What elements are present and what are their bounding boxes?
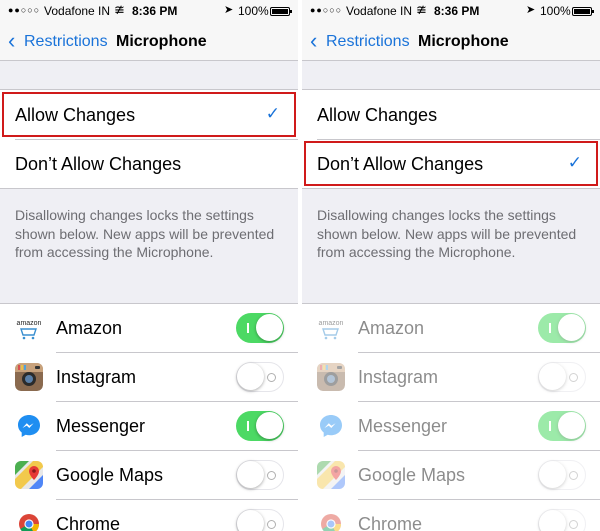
list-item-instagram: Instagram (302, 353, 600, 402)
carrier-name: Vodafone IN (44, 4, 111, 18)
wifi-icon: ≇ (114, 2, 125, 17)
status-bar: ●●○○○ Vodafone IN ≇ 8:36 PM ➤ 100% (302, 0, 600, 22)
amazon-icon: amazon (317, 314, 345, 342)
checkmark-icon: ✓ (567, 153, 582, 172)
instagram-icon (15, 363, 43, 391)
amazon-microphone-toggle[interactable] (236, 313, 284, 343)
battery-percent: 100% (540, 4, 571, 18)
navigation-bar: ‹ Restrictions Microphone (0, 22, 298, 61)
signal-strength-icon: ●●○○○ (310, 5, 343, 15)
chrome-microphone-toggle (538, 509, 586, 531)
location-arrow-icon: ➤ (526, 4, 536, 16)
list-item-messenger: Messenger (0, 402, 298, 451)
chrome-microphone-toggle[interactable] (236, 509, 284, 531)
google-maps-icon (15, 461, 43, 489)
wifi-icon: ≇ (416, 2, 427, 17)
google-maps-microphone-toggle (538, 460, 586, 490)
page-title: Microphone (116, 33, 207, 50)
list-item-chrome: Chrome (0, 500, 298, 531)
messenger-icon (317, 412, 345, 440)
app-name: Amazon (56, 318, 123, 338)
signal-strength-icon: ●●○○○ (8, 5, 41, 15)
location-arrow-icon: ➤ (224, 4, 234, 16)
instagram-microphone-toggle (538, 362, 586, 392)
back-button-label: Restrictions (24, 33, 108, 50)
carrier-name: Vodafone IN (346, 4, 413, 18)
list-item-amazon: amazon Amazon (302, 304, 600, 353)
allow-changes-option[interactable]: Allow Changes ✓ (0, 90, 298, 139)
amazon-logo-text: amazon (319, 320, 344, 327)
app-name: Amazon (358, 318, 425, 338)
allow-changes-label: Allow Changes (15, 105, 136, 125)
navigation-bar: ‹ Restrictions Microphone (302, 22, 600, 61)
amazon-logo-text: amazon (17, 320, 42, 327)
chevron-left-icon: ‹ (8, 28, 16, 53)
battery-percent: 100% (238, 4, 269, 18)
change-options-group: Allow Changes ✓ Don’t Allow Changes (0, 89, 298, 189)
battery-icon (270, 7, 292, 16)
app-list: amazon Amazon Instagram Messenger Google… (0, 303, 298, 531)
messenger-microphone-toggle (538, 411, 586, 441)
left-panel: ●●○○○ Vodafone IN ≇ 8:36 PM ➤ 100% ‹ Res… (0, 0, 298, 531)
footer-description: Disallowing changes locks the settings s… (15, 207, 275, 260)
chevron-left-icon: ‹ (310, 28, 318, 53)
dont-allow-changes-label: Don’t Allow Changes (15, 154, 182, 174)
list-item-google-maps: Google Maps (0, 451, 298, 500)
status-bar: ●●○○○ Vodafone IN ≇ 8:36 PM ➤ 100% (0, 0, 298, 22)
list-item-amazon: amazon Amazon (0, 304, 298, 353)
footer-description: Disallowing changes locks the settings s… (317, 207, 577, 260)
list-item-instagram: Instagram (0, 353, 298, 402)
change-options-group: Allow Changes Don’t Allow Changes ✓ (302, 89, 600, 189)
allow-changes-option[interactable]: Allow Changes (302, 90, 600, 139)
clock: 8:36 PM (434, 4, 480, 18)
google-maps-icon (317, 461, 345, 489)
instagram-icon (317, 363, 345, 391)
page-title: Microphone (418, 33, 509, 50)
amazon-microphone-toggle (538, 313, 586, 343)
app-name: Instagram (56, 367, 137, 387)
app-list: amazon Amazon Instagram Messenger Google… (302, 303, 600, 531)
app-name: Chrome (358, 514, 423, 531)
messenger-microphone-toggle[interactable] (236, 411, 284, 441)
app-name: Chrome (56, 514, 121, 531)
dont-allow-changes-option[interactable]: Don’t Allow Changes (0, 139, 298, 188)
battery-icon (572, 7, 594, 16)
app-name: Google Maps (358, 465, 466, 485)
app-name: Messenger (56, 416, 146, 436)
chrome-icon (15, 510, 43, 531)
instagram-microphone-toggle[interactable] (236, 362, 284, 392)
allow-changes-label: Allow Changes (317, 105, 438, 125)
chrome-icon (317, 510, 345, 531)
back-button-label: Restrictions (326, 33, 410, 50)
app-name: Instagram (358, 367, 439, 387)
google-maps-microphone-toggle[interactable] (236, 460, 284, 490)
app-name: Google Maps (56, 465, 164, 485)
list-item-chrome: Chrome (302, 500, 600, 531)
dont-allow-changes-option[interactable]: Don’t Allow Changes ✓ (302, 139, 600, 188)
right-panel: ●●○○○ Vodafone IN ≇ 8:36 PM ➤ 100% ‹ Res… (302, 0, 600, 531)
checkmark-icon: ✓ (265, 104, 280, 123)
amazon-icon: amazon (15, 314, 43, 342)
dont-allow-changes-label: Don’t Allow Changes (317, 154, 484, 174)
app-name: Messenger (358, 416, 448, 436)
list-item-google-maps: Google Maps (302, 451, 600, 500)
list-item-messenger: Messenger (302, 402, 600, 451)
clock: 8:36 PM (132, 4, 178, 18)
messenger-icon (15, 412, 43, 440)
